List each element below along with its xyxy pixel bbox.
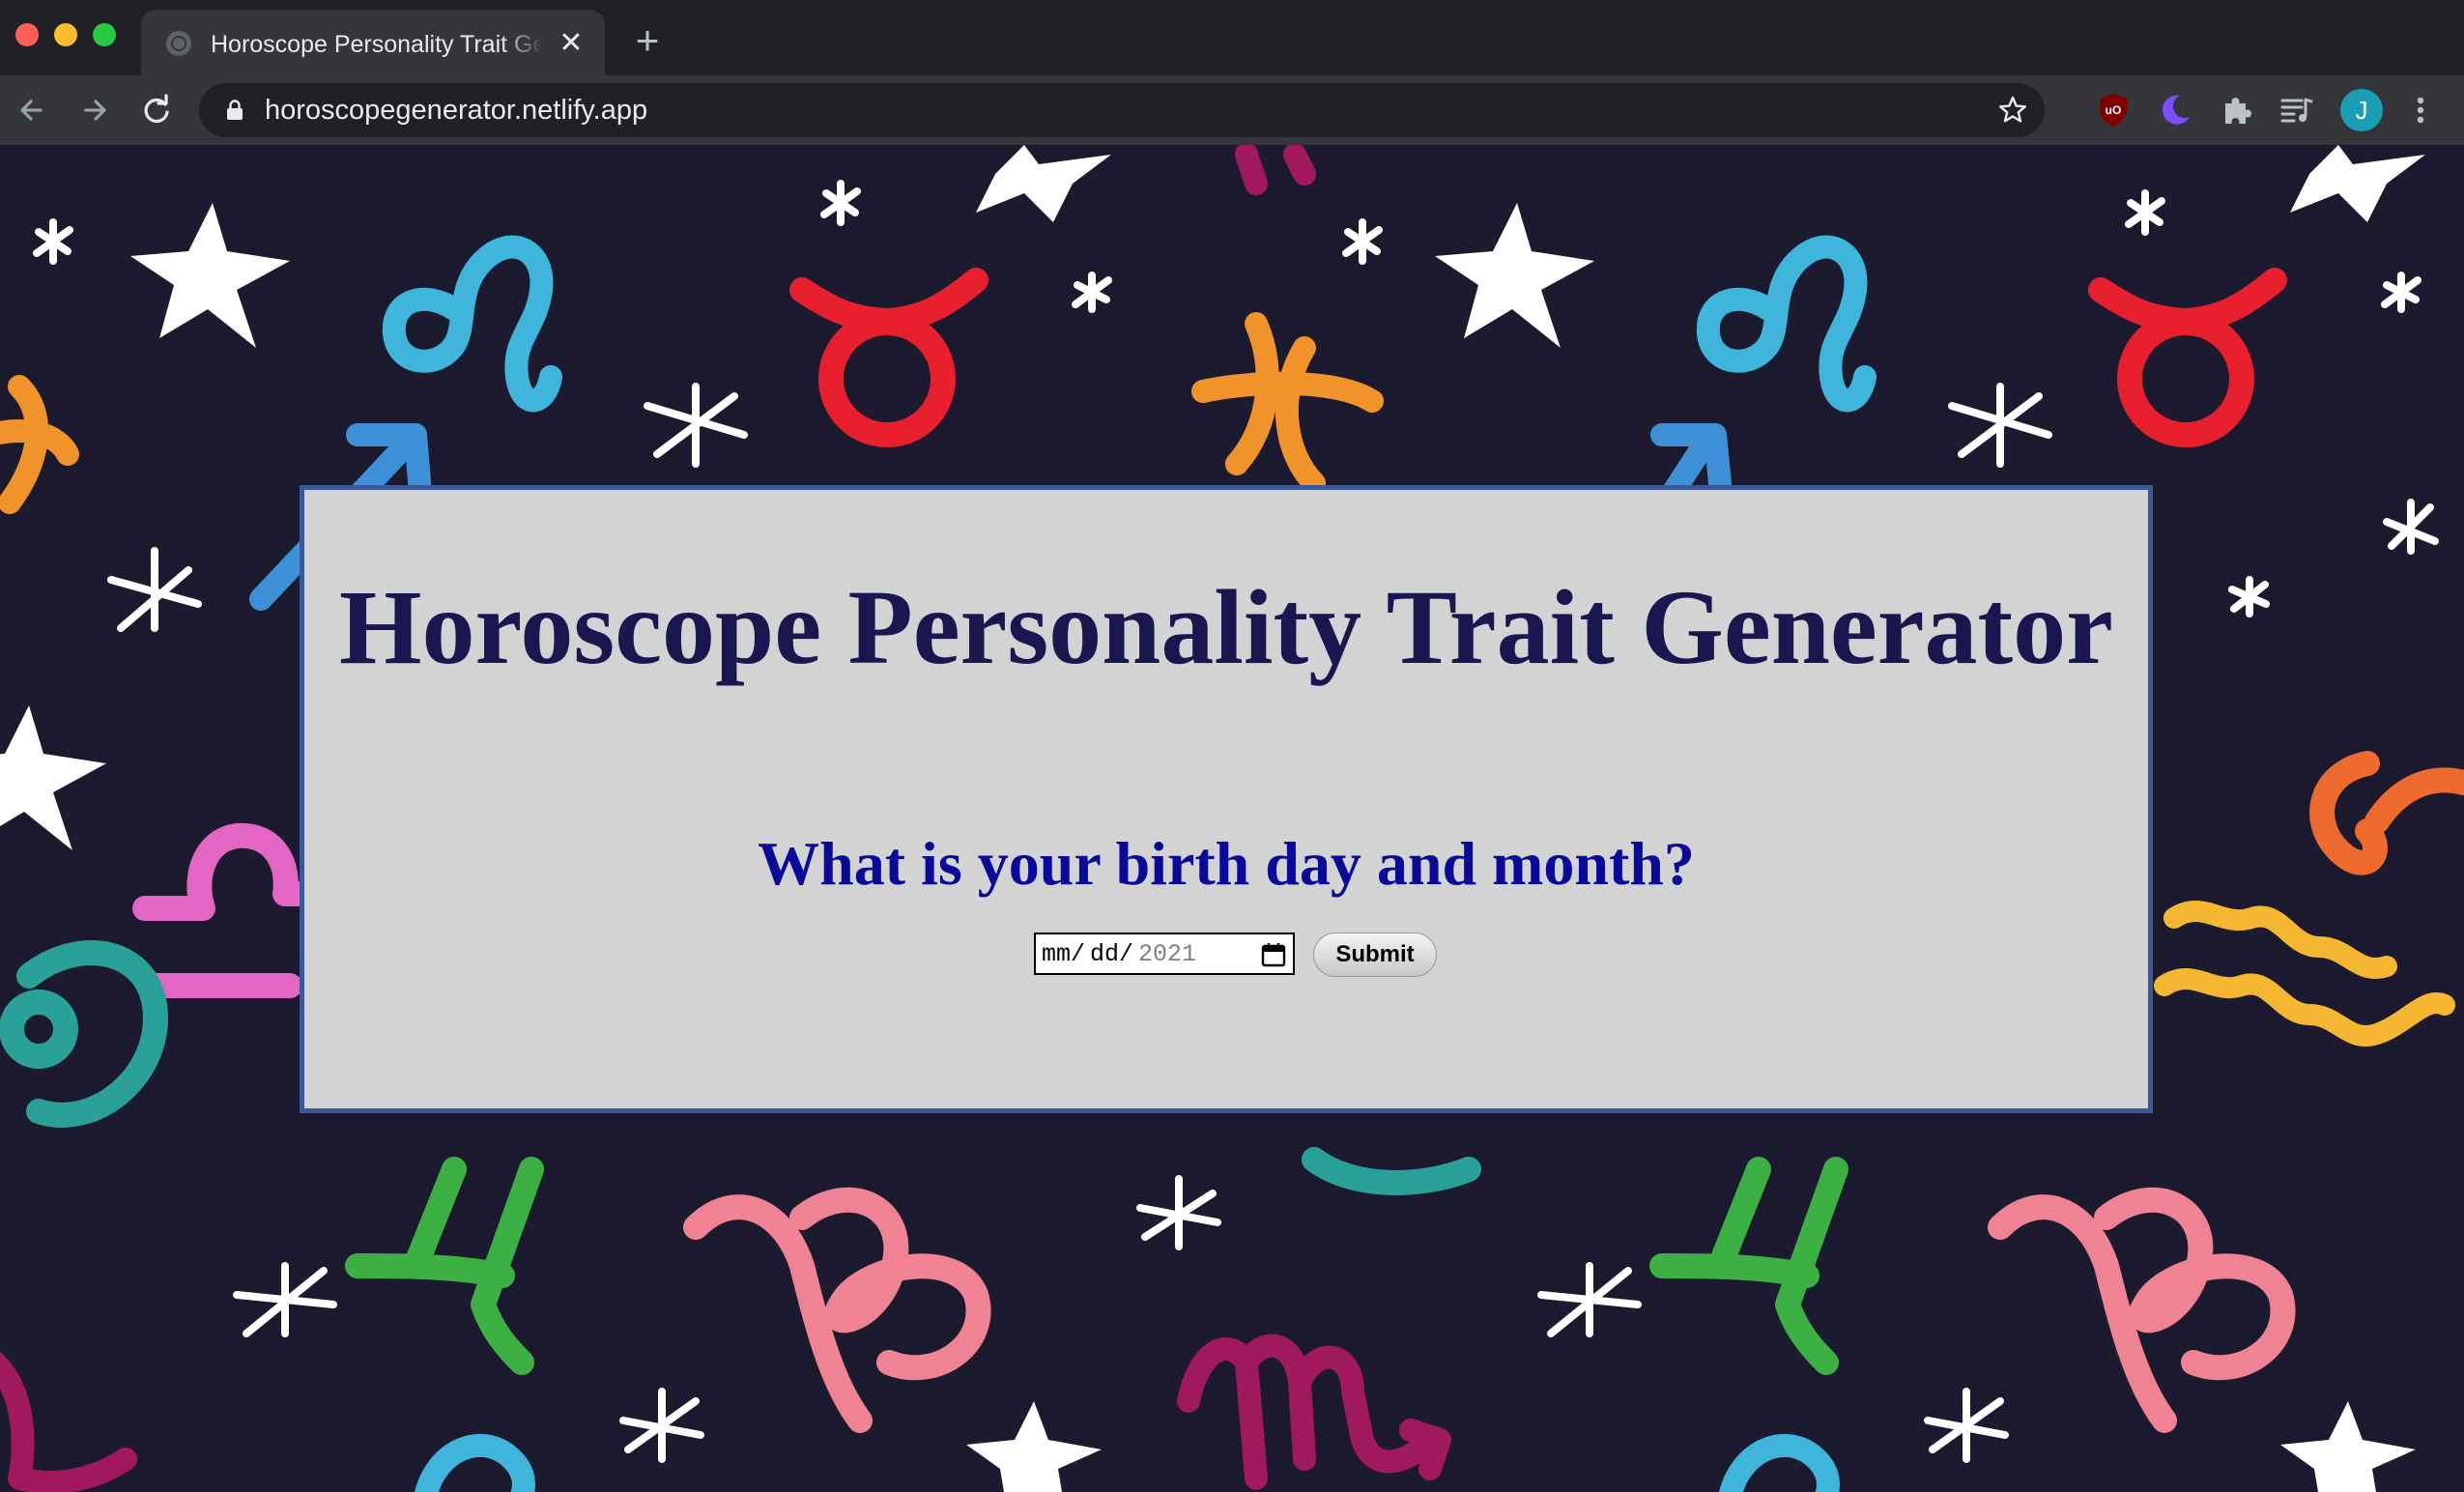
globe-icon — [166, 31, 191, 56]
page-title: Horoscope Personality Trait Generator — [338, 568, 2113, 686]
gemini-symbol-icon — [345, 1157, 1848, 1375]
address-bar[interactable]: horoscopegenerator.netlify.app — [199, 83, 2045, 137]
reload-icon — [144, 94, 169, 124]
forward-button[interactable] — [73, 89, 116, 131]
minimize-window-button[interactable] — [54, 23, 77, 46]
new-tab-button[interactable]: + — [628, 20, 667, 61]
calendar-icon[interactable] — [1260, 941, 1287, 968]
forward-icon — [84, 100, 106, 121]
pisces-symbol-icon — [0, 312, 1384, 514]
reload-button[interactable] — [135, 89, 178, 131]
leo-symbol-bottom-icon — [415, 1433, 1840, 1492]
media-icon[interactable] — [2277, 90, 2317, 130]
aquarius-symbol-icon — [2154, 900, 2455, 1047]
tab-close-button[interactable]: ✕ — [555, 27, 587, 60]
leo-symbol-icon — [382, 235, 1877, 413]
submit-button[interactable]: Submit — [1313, 932, 1437, 977]
browser-titlebar: Horoscope Personality Trait Generator ✕ … — [0, 0, 2464, 75]
url-text: horoscopegenerator.netlify.app — [265, 95, 648, 126]
ublock-icon[interactable]: uO — [2093, 90, 2134, 130]
aries-symbol-icon — [2309, 751, 2464, 875]
back-icon — [20, 100, 43, 121]
generator-card: Horoscope Personality Trait Generator Wh… — [300, 485, 2153, 1113]
moon-icon[interactable] — [2155, 90, 2195, 130]
libra-symbol-icon — [132, 822, 322, 998]
back-button[interactable] — [12, 89, 54, 131]
profile-avatar[interactable]: J — [2340, 89, 2383, 131]
browser-toolbar: horoscopegenerator.netlify.app uO J — [0, 75, 2464, 145]
date-day-field[interactable]: dd/ — [1090, 940, 1133, 969]
star-icon[interactable] — [1996, 94, 2029, 127]
maximize-window-button[interactable] — [93, 23, 116, 46]
tab-title: Horoscope Personality Trait Generator — [211, 31, 539, 58]
menu-icon[interactable] — [2406, 89, 2435, 131]
puzzle-icon[interactable] — [2217, 90, 2257, 130]
birthday-date-input[interactable]: mm/ dd/ 2021 — [1034, 932, 1295, 975]
date-year-field[interactable]: 2021 — [1138, 940, 1196, 969]
capricorn-symbol-icon — [683, 1187, 2296, 1433]
birthday-question: What is your birth day and month? — [758, 829, 1695, 898]
lock-icon — [227, 100, 243, 120]
close-window-button[interactable] — [15, 23, 39, 46]
svg-text:uO: uO — [2106, 103, 2122, 117]
date-month-field[interactable]: mm/ — [1042, 940, 1085, 969]
browser-tab[interactable]: Horoscope Personality Trait Generator ✕ — [141, 10, 605, 75]
